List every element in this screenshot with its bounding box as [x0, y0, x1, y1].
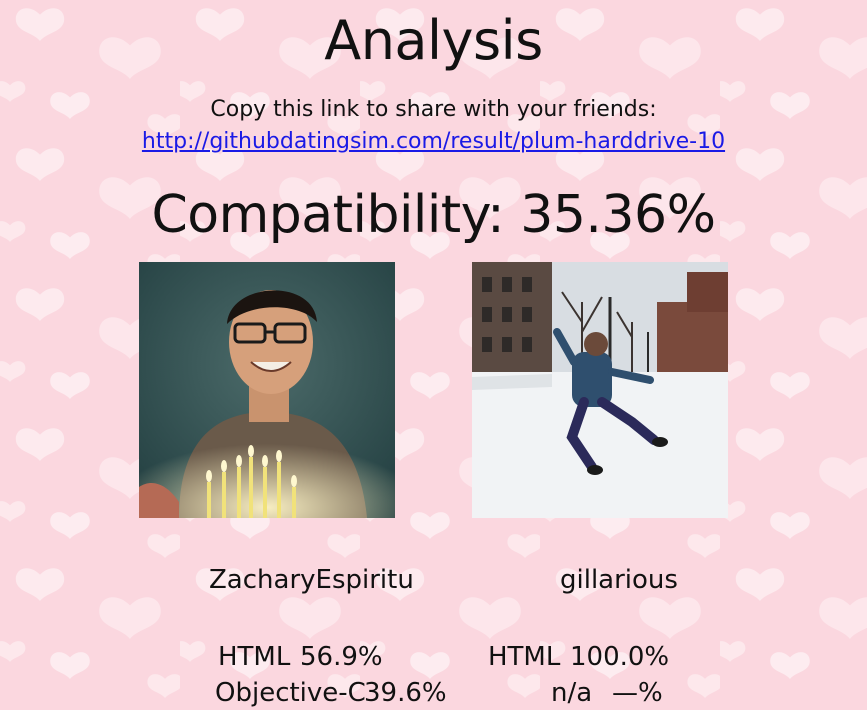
username-left: ZacharyEspiritu — [209, 565, 414, 595]
language-name: Objective-C — [215, 678, 366, 708]
share-link[interactable]: http://githubdatingsim.com/result/plum-h… — [142, 129, 725, 154]
language-percent: 39.6% — [364, 678, 447, 708]
compatibility-score: Compatibility: 35.36% — [151, 185, 716, 245]
share-instructions: Copy this link to share with your friend… — [210, 97, 657, 122]
language-percent: 56.9% — [300, 642, 383, 672]
avatar-photo-snow-jump — [472, 262, 728, 518]
language-name: HTML — [218, 642, 291, 672]
language-percent: —% — [612, 678, 663, 708]
username-right: gillarious — [560, 565, 678, 595]
page-title: Analysis — [324, 9, 543, 72]
language-name: n/a — [551, 678, 593, 708]
avatar-photo-birthday-candles — [139, 262, 395, 518]
user-photo-left — [139, 262, 395, 518]
language-name: HTML — [488, 642, 561, 672]
language-percent: 100.0% — [570, 642, 670, 672]
share-link-container: http://githubdatingsim.com/result/plum-h… — [0, 128, 867, 156]
user-photo-right — [472, 262, 728, 518]
analysis-page: Analysis Copy this link to share with yo… — [0, 0, 867, 708]
